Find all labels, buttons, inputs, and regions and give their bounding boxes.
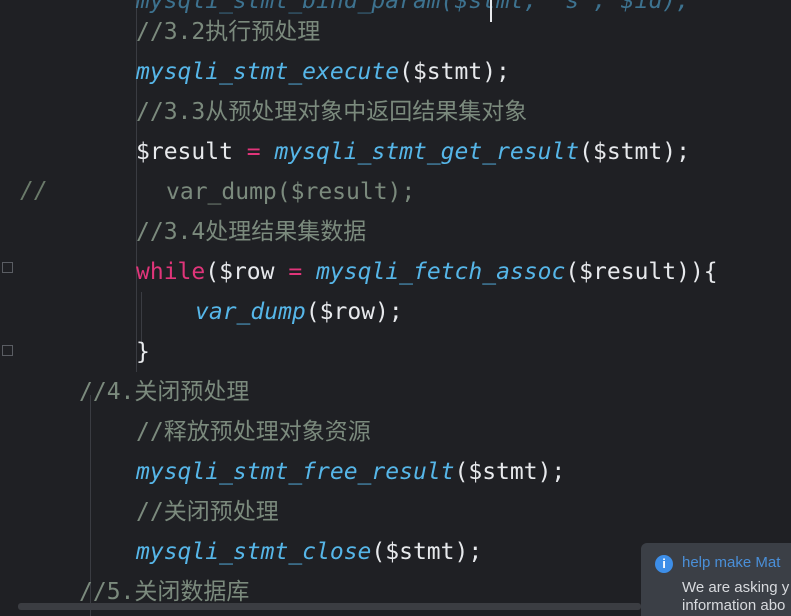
function-name: mysqli_stmt_close: [136, 539, 372, 565]
code-line[interactable]: mysqli_stmt_execute($stmt);: [136, 57, 510, 87]
function-name: var_dump: [195, 299, 306, 325]
function-name: mysqli_fetch_assoc: [316, 259, 566, 285]
code-line[interactable]: //3.3从预处理对象中返回结果集对象: [136, 97, 527, 127]
line-comment-marker: //: [20, 178, 48, 204]
function-args: ($stmt);: [371, 539, 483, 565]
function-args: ($result)){: [565, 259, 718, 285]
code-line[interactable]: //3.2执行预处理: [136, 17, 320, 47]
open-paren: (: [205, 259, 220, 285]
code-text: mysqli_stmt_bind_param($stmt, "s", $id);: [136, 0, 690, 14]
code-line[interactable]: mysqli_stmt_free_result($stmt);: [136, 457, 565, 487]
function-name: mysqli_stmt_free_result: [136, 459, 455, 485]
notification-body: We are asking y information abo: [682, 579, 789, 615]
code-line[interactable]: var_dump($result);: [166, 177, 415, 207]
code-comment: //5.关闭数据库: [79, 579, 250, 605]
text-caret: [490, 0, 492, 22]
function-args: ($stmt);: [399, 59, 510, 85]
variable-name: $row: [219, 259, 275, 285]
keyword-while: while: [136, 259, 206, 285]
code-comment: //4.关闭预处理: [79, 379, 250, 405]
function-args: ($row);: [305, 299, 403, 325]
notification-body-line-1: We are asking y: [682, 579, 790, 596]
notification-popup[interactable]: i help make Mat We are asking y informat…: [641, 543, 791, 616]
code-comment: //释放预处理对象资源: [136, 419, 371, 445]
code-line[interactable]: }: [136, 337, 150, 367]
notification-title[interactable]: help make Mat: [682, 554, 780, 571]
indent-guide: [136, 0, 137, 372]
assign-operator: =: [246, 139, 261, 165]
code-line[interactable]: $result = mysqli_stmt_get_result($stmt);: [136, 137, 690, 167]
code-line[interactable]: var_dump($row);: [195, 297, 403, 327]
indent-guide-inner: [141, 292, 142, 342]
assign-operator: =: [288, 259, 303, 285]
code-line[interactable]: //释放预处理对象资源: [136, 417, 371, 447]
fold-open-icon[interactable]: [2, 262, 13, 273]
code-comment: //3.3从预处理对象中返回结果集对象: [136, 99, 528, 125]
function-args: ($stmt);: [579, 139, 690, 165]
code-brace: }: [136, 339, 150, 365]
function-args: ($stmt);: [454, 459, 566, 485]
code-comment: //3.4处理结果集数据: [136, 219, 367, 245]
fold-close-icon[interactable]: [2, 345, 13, 356]
commented-out-code: var_dump($result);: [166, 179, 416, 205]
notification-body-line-2: information abo: [682, 597, 786, 614]
code-line[interactable]: mysqli_stmt_close($stmt);: [136, 537, 482, 567]
info-icon: i: [655, 555, 673, 573]
code-line[interactable]: mysqli_stmt_bind_param($stmt, "s", $id);: [136, 0, 690, 16]
variable-name: $result: [136, 139, 233, 165]
code-comment: //关闭预处理: [136, 499, 279, 525]
function-name: mysqli_stmt_execute: [136, 59, 400, 85]
code-line[interactable]: while($row = mysqli_fetch_assoc($result)…: [136, 257, 718, 287]
function-name: mysqli_stmt_get_result: [274, 139, 580, 165]
editor-gutter: //: [0, 0, 84, 616]
code-line[interactable]: //关闭预处理: [136, 497, 279, 527]
code-line[interactable]: //3.4处理结果集数据: [136, 217, 366, 247]
code-comment: //3.2执行预处理: [136, 19, 321, 45]
code-line[interactable]: //4.关闭预处理: [79, 377, 249, 407]
horizontal-scrollbar[interactable]: [18, 603, 641, 610]
